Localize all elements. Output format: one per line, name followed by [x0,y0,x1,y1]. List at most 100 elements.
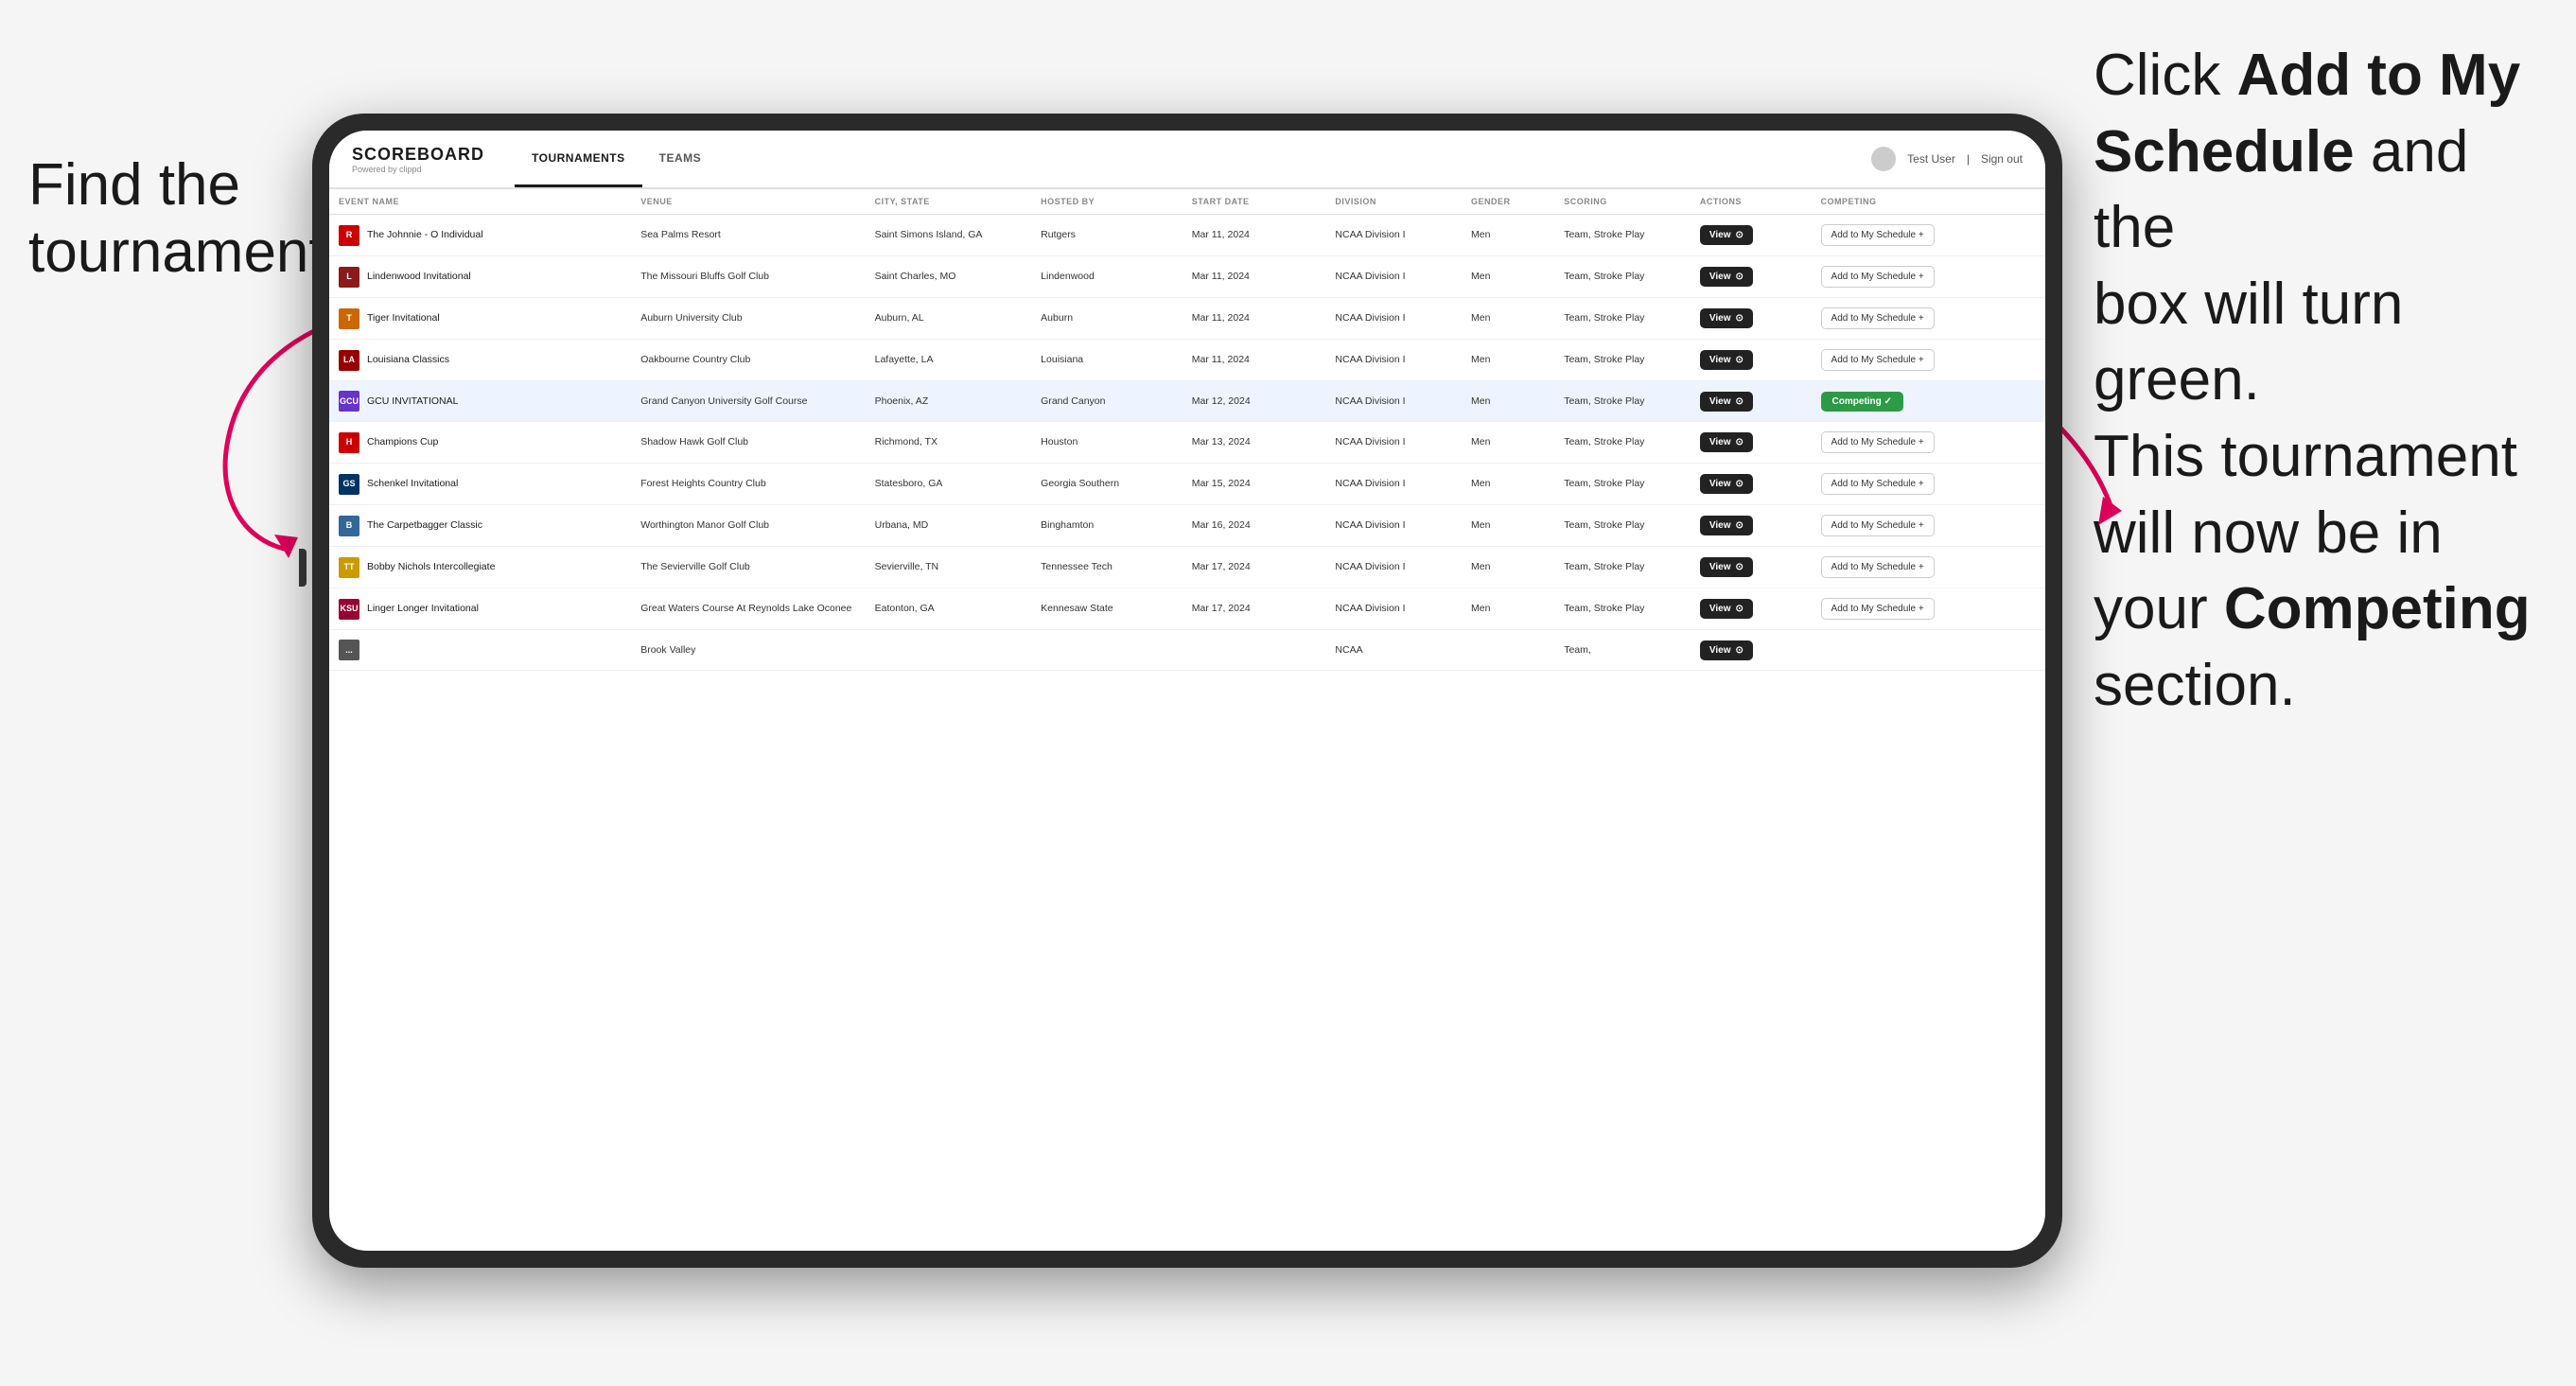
add-to-schedule-button[interactable]: Add to My Schedule + [1821,598,1935,620]
view-button[interactable]: View ⊙ [1700,308,1753,328]
table-row: GS Schenkel Invitational Forest Heights … [329,464,2045,505]
td-event-name: L Lindenwood Invitational [329,256,631,298]
td-start-date: Mar 11, 2024 [1183,256,1326,298]
tournament-table: EVENT NAME VENUE CITY, STATE HOSTED BY S… [329,189,2045,671]
add-to-schedule-button[interactable]: Add to My Schedule + [1821,556,1935,578]
td-gender: Men [1462,256,1554,298]
td-actions: View ⊙ [1691,340,1812,381]
view-button[interactable]: View ⊙ [1700,516,1753,535]
event-name-text: The Carpetbagger Classic [367,518,482,532]
td-competing: Add to My Schedule + [1812,215,2045,256]
td-city: Saint Charles, MO [866,256,1032,298]
th-gender: GENDER [1462,189,1554,215]
td-competing: Add to My Schedule + [1812,505,2045,547]
td-venue: Sea Palms Resort [631,215,865,256]
view-button[interactable]: View ⊙ [1700,599,1753,619]
annotation-left: Find thetournament. [28,151,342,287]
view-button[interactable]: View ⊙ [1700,474,1753,494]
td-event-name: LA Louisiana Classics [329,340,631,381]
td-hosted-by: Lindenwood [1031,256,1183,298]
th-competing: COMPETING [1812,189,2045,215]
tab-tournaments[interactable]: TOURNAMENTS [515,131,642,187]
logo-area: SCOREBOARD Powered by clippd [352,145,484,174]
nav-tabs: TOURNAMENTS TEAMS [515,131,718,187]
td-city: Lafayette, LA [866,340,1032,381]
td-division: NCAA [1325,630,1462,671]
event-name-text: Louisiana Classics [367,353,449,366]
td-start-date: Mar 13, 2024 [1183,422,1326,464]
td-hosted-by: Georgia Southern [1031,464,1183,505]
td-city: Phoenix, AZ [866,381,1032,422]
team-logo: L [339,267,359,288]
td-start-date: Mar 11, 2024 [1183,298,1326,340]
th-venue: VENUE [631,189,865,215]
table-row: LA Louisiana Classics Oakbourne Country … [329,340,2045,381]
td-division: NCAA Division I [1325,422,1462,464]
td-venue: Worthington Manor Golf Club [631,505,865,547]
td-hosted-by: Houston [1031,422,1183,464]
td-venue: Brook Valley [631,630,865,671]
avatar [1871,147,1896,171]
table-row: GCU GCU INVITATIONAL Grand Canyon Univer… [329,381,2045,422]
annotation-right: Click Add to MySchedule and thebox will … [2094,38,2548,724]
tab-teams[interactable]: TEAMS [642,131,719,187]
view-button[interactable]: View ⊙ [1700,557,1753,577]
td-division: NCAA Division I [1325,340,1462,381]
team-logo: B [339,516,359,536]
td-division: NCAA Division I [1325,215,1462,256]
td-start-date [1183,630,1326,671]
table-row: TT Bobby Nichols Intercollegiate The Sev… [329,547,2045,588]
td-venue: The Missouri Bluffs Golf Club [631,256,865,298]
add-to-schedule-button[interactable]: Add to My Schedule + [1821,266,1935,288]
td-city: Urbana, MD [866,505,1032,547]
view-button[interactable]: View ⊙ [1700,432,1753,452]
view-button[interactable]: View ⊙ [1700,640,1753,660]
team-logo: KSU [339,599,359,620]
view-button[interactable]: View ⊙ [1700,225,1753,245]
td-event-name: GCU GCU INVITATIONAL [329,381,631,422]
td-start-date: Mar 15, 2024 [1183,464,1326,505]
event-name-text: GCU INVITATIONAL [367,395,458,408]
td-event-name: ... [329,630,631,671]
nav-bar: SCOREBOARD Powered by clippd TOURNAMENTS… [329,131,2045,189]
event-name-text: Tiger Invitational [367,311,440,325]
team-logo: R [339,225,359,246]
td-scoring: Team, Stroke Play [1554,340,1691,381]
add-to-schedule-button[interactable]: Add to My Schedule + [1821,349,1935,371]
view-button[interactable]: View ⊙ [1700,350,1753,370]
td-hosted-by: Rutgers [1031,215,1183,256]
td-event-name: GS Schenkel Invitational [329,464,631,505]
event-name-text: Champions Cup [367,435,438,448]
view-button[interactable]: View ⊙ [1700,392,1753,412]
td-hosted-by: Tennessee Tech [1031,547,1183,588]
td-hosted-by: Binghamton [1031,505,1183,547]
td-city: Eatonton, GA [866,588,1032,630]
view-button[interactable]: View ⊙ [1700,267,1753,287]
add-to-schedule-button[interactable]: Add to My Schedule + [1821,224,1935,246]
th-actions: ACTIONS [1691,189,1812,215]
team-logo: GCU [339,391,359,412]
td-competing: Add to My Schedule + [1812,340,2045,381]
td-gender [1462,630,1554,671]
logo-text: SCOREBOARD [352,145,484,165]
add-to-schedule-button[interactable]: Add to My Schedule + [1821,515,1935,536]
table-row: L Lindenwood Invitational The Missouri B… [329,256,2045,298]
td-gender: Men [1462,588,1554,630]
td-event-name: H Champions Cup [329,422,631,464]
td-scoring: Team, Stroke Play [1554,588,1691,630]
add-to-schedule-button[interactable]: Add to My Schedule + [1821,431,1935,453]
td-division: NCAA Division I [1325,547,1462,588]
td-gender: Men [1462,422,1554,464]
table-row: H Champions Cup Shadow Hawk Golf ClubRic… [329,422,2045,464]
sign-out-link[interactable]: Sign out [1981,152,2023,166]
add-to-schedule-button[interactable]: Add to My Schedule + [1821,473,1935,495]
competing-button[interactable]: Competing ✓ [1821,392,1903,412]
table-row: KSU Linger Longer Invitational Great Wat… [329,588,2045,630]
td-scoring: Team, Stroke Play [1554,547,1691,588]
td-start-date: Mar 12, 2024 [1183,381,1326,422]
event-name-text: Lindenwood Invitational [367,270,471,283]
add-to-schedule-button[interactable]: Add to My Schedule + [1821,307,1935,329]
td-division: NCAA Division I [1325,588,1462,630]
tablet-screen: SCOREBOARD Powered by clippd TOURNAMENTS… [329,131,2045,1251]
td-venue: Forest Heights Country Club [631,464,865,505]
